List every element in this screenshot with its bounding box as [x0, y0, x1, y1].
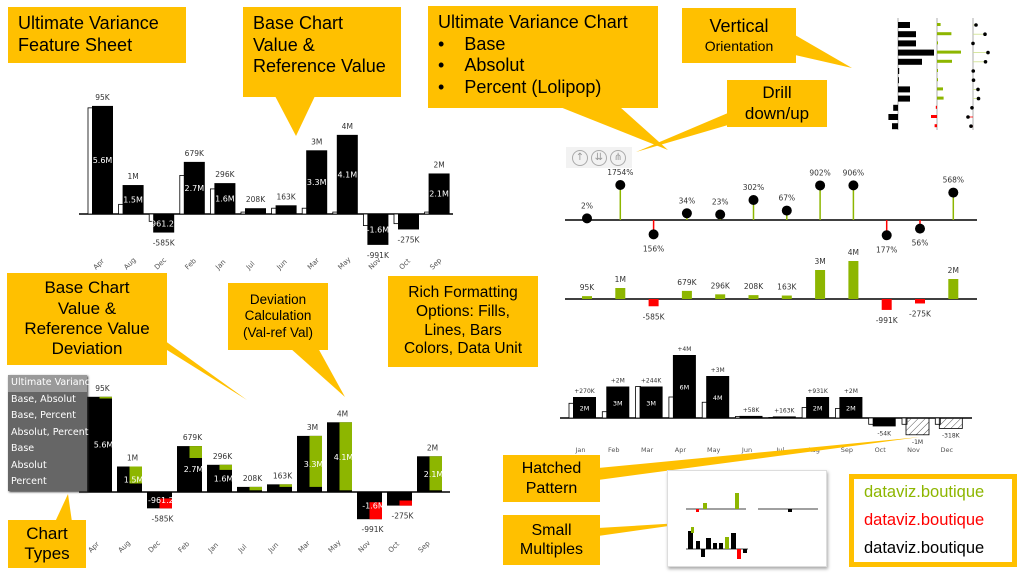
callout-line: Value &	[253, 34, 315, 55]
callout-line: Base Chart	[44, 278, 130, 298]
menu-item-absolut-percent[interactable]: Absolut, Percent	[8, 425, 88, 442]
pointer-base-ref	[275, 96, 315, 136]
callout-base-ref-dev: Base Chart Value & Reference Value Deviatio…	[7, 273, 167, 365]
callout-line: Chart	[26, 523, 68, 543]
bullet-text: Percent (Lolipop)	[464, 76, 602, 97]
callout-line: Reference Value	[253, 56, 386, 77]
callout-title: Ultimate Variance Feature Sheet	[8, 7, 186, 63]
callout-line: Small	[531, 521, 572, 539]
callout-rich: Rich Formatting Options: Fills, Lines, Bar…	[388, 276, 538, 367]
pointer-uv-chart	[560, 107, 668, 150]
bullet-item: • Base	[438, 33, 506, 54]
callout-line: (Val-ref Val)	[242, 324, 313, 340]
drill-toolbar: ↑ ⇊ ⋔	[566, 147, 632, 168]
menu-item-absolut[interactable]: Absolut	[8, 458, 87, 475]
callout-base-ref: Base Chart Value & Reference Value	[243, 7, 401, 97]
callout-line: Pattern	[525, 479, 578, 497]
callout-line: down/up	[744, 103, 810, 123]
bullet-item: • Absolut	[438, 55, 525, 76]
menu-item-base-absolut[interactable]: Base, Absolut	[8, 392, 87, 409]
callout-drill: Drill down/up	[727, 80, 827, 127]
small-multiples-thumbnail	[667, 470, 827, 567]
bullet-text: Base	[464, 33, 506, 54]
brand-box: dataviz.boutique dataviz.boutique datavi…	[849, 474, 1017, 567]
menu-item-percent[interactable]: Percent	[8, 474, 87, 491]
menu-item-base-percent[interactable]: Base, Percent	[8, 408, 87, 425]
title-text: Ultimate Variance Feature Sheet	[18, 13, 159, 55]
drill-down-icon[interactable]: ⇊	[591, 149, 607, 166]
callout-line: Hatched	[521, 460, 582, 478]
callout-line: Multiples	[519, 541, 584, 558]
callout-dev-calc: Deviation Calculation (Val-ref Val)	[228, 283, 328, 350]
callout-line: Rich Formatting	[408, 284, 518, 302]
small-multiples-preview	[686, 493, 818, 559]
drill-up-icon[interactable]: ↑	[572, 149, 588, 166]
pointer-dev-calc	[290, 348, 345, 397]
callout-line: Options: Fills,	[416, 302, 510, 320]
pointer-chart-types	[55, 494, 72, 522]
callout-chart-types: Chart Types	[8, 520, 86, 568]
callout-uv-chart: Ultimate Variance Chart • Base • Absolut…	[428, 6, 658, 108]
callout-line: Deviation	[51, 339, 123, 359]
brand-text-green: dataviz.boutique	[864, 483, 985, 502]
brand-text-black: dataviz.boutique	[864, 538, 985, 557]
callout-line: Calculation	[244, 308, 312, 324]
callout-line: Orientation	[704, 37, 774, 54]
callout-line: Deviation	[249, 292, 307, 308]
menu-item-ultimate-variance[interactable]: Ultimate Variance	[8, 375, 96, 392]
callout-small-multiples: Small Multiples	[503, 515, 600, 565]
callout-vertical: Vertical Orientation	[682, 8, 796, 63]
callout-hatched: Hatched Pattern	[503, 455, 600, 502]
callout-line: Colors, Data Unit	[403, 340, 522, 358]
expand-hierarchy-icon[interactable]: ⋔	[610, 149, 626, 166]
brand-text-red: dataviz.boutique	[864, 510, 985, 529]
callout-line: Reference Value	[24, 319, 150, 338]
bullet-item: • Percent (Lolipop)	[438, 76, 602, 97]
callout-line: Base Chart	[253, 13, 344, 33]
callout-line: Drill	[762, 83, 792, 103]
callout-line: Types	[24, 544, 70, 563]
chart-types-menu: Ultimate Variance Base, Absolut Base, Pe…	[8, 375, 96, 491]
callout-heading: Ultimate Variance Chart	[438, 12, 628, 32]
callout-line: Lines, Bars	[424, 321, 502, 339]
pointer-vertical	[795, 35, 852, 68]
menu-item-base[interactable]: Base	[8, 441, 87, 458]
bullet-text: Absolut	[464, 55, 525, 76]
callout-line: Value &	[57, 298, 117, 318]
callout-line: Vertical	[709, 16, 769, 37]
